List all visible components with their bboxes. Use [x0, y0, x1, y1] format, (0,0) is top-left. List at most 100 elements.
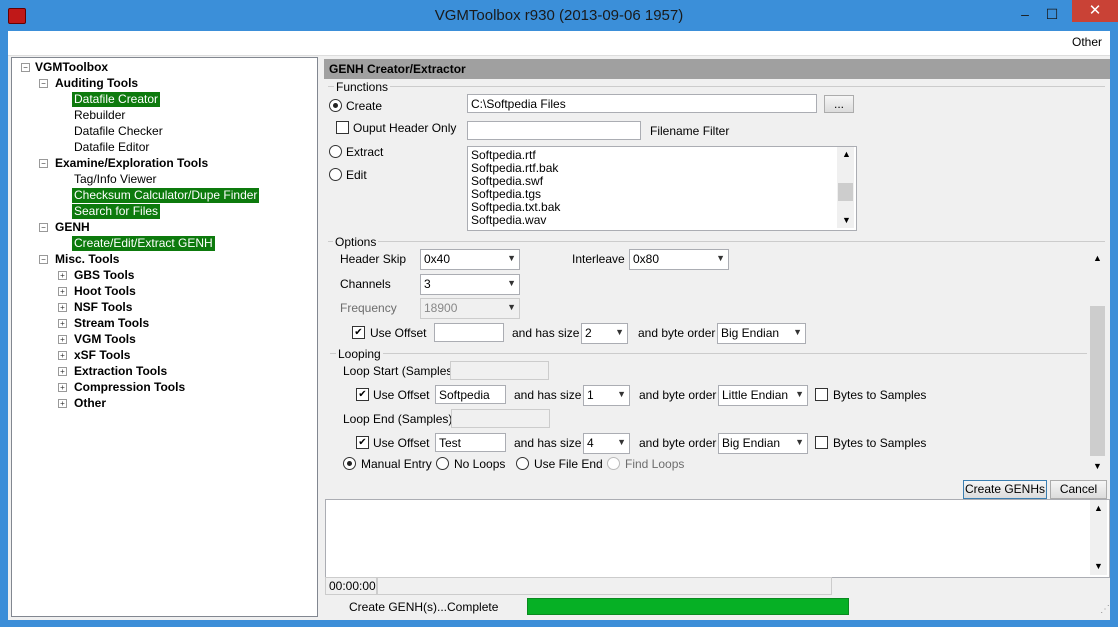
start-bytes-to-samples-checkbox[interactable]	[815, 388, 828, 401]
extract-radio[interactable]	[329, 145, 342, 158]
tree-extraction-tools[interactable]: Extraction Tools	[74, 364, 167, 379]
tree-hoot-tools[interactable]: Hoot Tools	[74, 284, 136, 299]
expand-icon[interactable]: +	[58, 367, 67, 376]
expand-icon[interactable]: +	[58, 335, 67, 344]
scroll-down-icon[interactable]: ▼	[842, 215, 851, 225]
tree-genh-create[interactable]: Create/Edit/Extract GENH	[72, 236, 215, 251]
size-combo[interactable]: 2 ▼	[581, 323, 628, 344]
collapse-icon[interactable]: −	[21, 63, 30, 72]
list-item[interactable]: Softpedia.swf	[471, 174, 543, 188]
maximize-button[interactable]: ☐	[1040, 4, 1064, 24]
tree-nsf-tools[interactable]: NSF Tools	[74, 300, 132, 315]
tool-tree[interactable]: − VGMToolbox − Auditing Tools Datafile C…	[11, 57, 318, 617]
end-bytes-to-samples-label: Bytes to Samples	[833, 436, 927, 450]
minimize-button[interactable]: –	[1013, 4, 1037, 24]
expand-icon[interactable]: +	[58, 351, 67, 360]
interleave-combo[interactable]: 0x80 ▼	[629, 249, 729, 270]
size-value: 2	[585, 326, 592, 340]
tree-genh[interactable]: GENH	[55, 220, 90, 235]
tree-compression-tools[interactable]: Compression Tools	[74, 380, 185, 395]
tree-search-for-files[interactable]: Search for Files	[72, 204, 161, 219]
list-item[interactable]: Softpedia.tgs	[471, 187, 541, 201]
use-offset-checkbox[interactable]: ✔	[352, 326, 365, 339]
tree-vgm-tools[interactable]: VGM Tools	[74, 332, 136, 347]
expand-icon[interactable]: +	[58, 319, 67, 328]
dropdown-icon: ▼	[716, 253, 725, 263]
timer-box: 00:00:00	[325, 577, 377, 595]
dropdown-icon: ▼	[615, 327, 624, 337]
end-offset-input[interactable]: Test	[435, 433, 506, 452]
resize-grip-icon[interactable]: ⋰	[1100, 604, 1110, 615]
functions-group-line	[328, 86, 1105, 87]
collapse-icon[interactable]: −	[39, 159, 48, 168]
use-file-end-radio[interactable]	[516, 457, 529, 470]
output-log[interactable]: ▲ ▼	[325, 499, 1110, 578]
tree-root[interactable]: VGMToolbox	[35, 60, 108, 75]
file-list[interactable]: Softpedia.rtf Softpedia.rtf.bak Softpedi…	[467, 146, 857, 231]
end-byte-order-combo[interactable]: Big Endian ▼	[718, 433, 808, 454]
collapse-icon[interactable]: −	[39, 223, 48, 232]
no-loops-radio[interactable]	[436, 457, 449, 470]
start-byte-order-combo[interactable]: Little Endian ▼	[718, 385, 808, 406]
cancel-button[interactable]: Cancel	[1050, 480, 1107, 499]
tree-auditing-tools[interactable]: Auditing Tools	[55, 76, 138, 91]
expand-icon[interactable]: +	[58, 287, 67, 296]
close-button[interactable]: ✕	[1072, 0, 1118, 22]
output-header-only-checkbox[interactable]	[336, 121, 349, 134]
edit-radio[interactable]	[329, 168, 342, 181]
end-use-offset-checkbox[interactable]: ✔	[356, 436, 369, 449]
header-skip-combo[interactable]: 0x40 ▼	[420, 249, 520, 270]
tree-datafile-editor[interactable]: Datafile Editor	[74, 140, 149, 155]
source-path-input[interactable]: C:\Softpedia Files	[467, 94, 817, 113]
tree-xsf-tools[interactable]: xSF Tools	[74, 348, 130, 363]
scroll-thumb[interactable]	[838, 183, 853, 201]
offset-input[interactable]	[434, 323, 504, 342]
scroll-down-icon[interactable]: ▼	[1094, 561, 1103, 571]
dropdown-icon: ▼	[507, 302, 516, 312]
collapse-icon[interactable]: −	[39, 79, 48, 88]
start-use-offset-checkbox[interactable]: ✔	[356, 388, 369, 401]
tree-misc-tools[interactable]: Misc. Tools	[55, 252, 119, 267]
start-offset-input[interactable]: Softpedia	[435, 385, 506, 404]
file-list-scrollbar[interactable]: ▲ ▼	[837, 147, 854, 228]
scroll-up-icon[interactable]: ▲	[1093, 253, 1102, 263]
tree-checksum-calculator[interactable]: Checksum Calculator/Dupe Finder	[72, 188, 260, 203]
manual-entry-radio[interactable]	[343, 457, 356, 470]
scroll-thumb[interactable]	[1090, 306, 1105, 456]
scroll-up-icon[interactable]: ▲	[842, 149, 851, 159]
channels-combo[interactable]: 3 ▼	[420, 274, 520, 295]
tree-examine-tools[interactable]: Examine/Exploration Tools	[55, 156, 208, 171]
dropdown-icon: ▼	[617, 389, 626, 399]
tree-gbs-tools[interactable]: GBS Tools	[74, 268, 134, 283]
scroll-down-icon[interactable]: ▼	[1093, 461, 1102, 471]
create-radio[interactable]	[329, 99, 342, 112]
list-item[interactable]: Softpedia.txt.bak	[471, 200, 560, 214]
scroll-up-icon[interactable]: ▲	[1094, 503, 1103, 513]
list-item[interactable]: Softpedia.rtf	[471, 148, 536, 162]
list-item[interactable]: Softpedia.wav	[471, 213, 546, 227]
tree-tag-info-viewer[interactable]: Tag/Info Viewer	[74, 172, 157, 187]
browse-button[interactable]: ...	[824, 95, 854, 113]
end-bytes-to-samples-checkbox[interactable]	[815, 436, 828, 449]
expand-icon[interactable]: +	[58, 383, 67, 392]
tree-datafile-checker[interactable]: Datafile Checker	[74, 124, 163, 139]
expand-icon[interactable]: +	[58, 303, 67, 312]
expand-icon[interactable]: +	[58, 271, 67, 280]
start-byte-order-label: and byte order	[639, 388, 717, 402]
menu-other[interactable]: Other	[1072, 35, 1102, 49]
collapse-icon[interactable]: −	[39, 255, 48, 264]
create-genhs-button[interactable]: Create GENHs	[963, 480, 1047, 499]
tree-rebuilder[interactable]: Rebuilder	[74, 108, 125, 123]
filename-filter-input[interactable]	[467, 121, 641, 140]
options-scrollbar[interactable]: ▲ ▼	[1089, 250, 1106, 475]
start-size-combo[interactable]: 1 ▼	[583, 385, 630, 406]
tree-stream-tools[interactable]: Stream Tools	[74, 316, 149, 331]
tree-datafile-creator[interactable]: Datafile Creator	[72, 92, 161, 107]
byte-order-combo[interactable]: Big Endian ▼	[717, 323, 806, 344]
output-scrollbar[interactable]: ▲ ▼	[1090, 500, 1107, 575]
end-size-combo[interactable]: 4 ▼	[583, 433, 630, 454]
has-size-label: and has size	[512, 326, 580, 340]
tree-other[interactable]: Other	[74, 396, 106, 411]
expand-icon[interactable]: +	[58, 399, 67, 408]
list-item[interactable]: Softpedia.rtf.bak	[471, 161, 558, 175]
